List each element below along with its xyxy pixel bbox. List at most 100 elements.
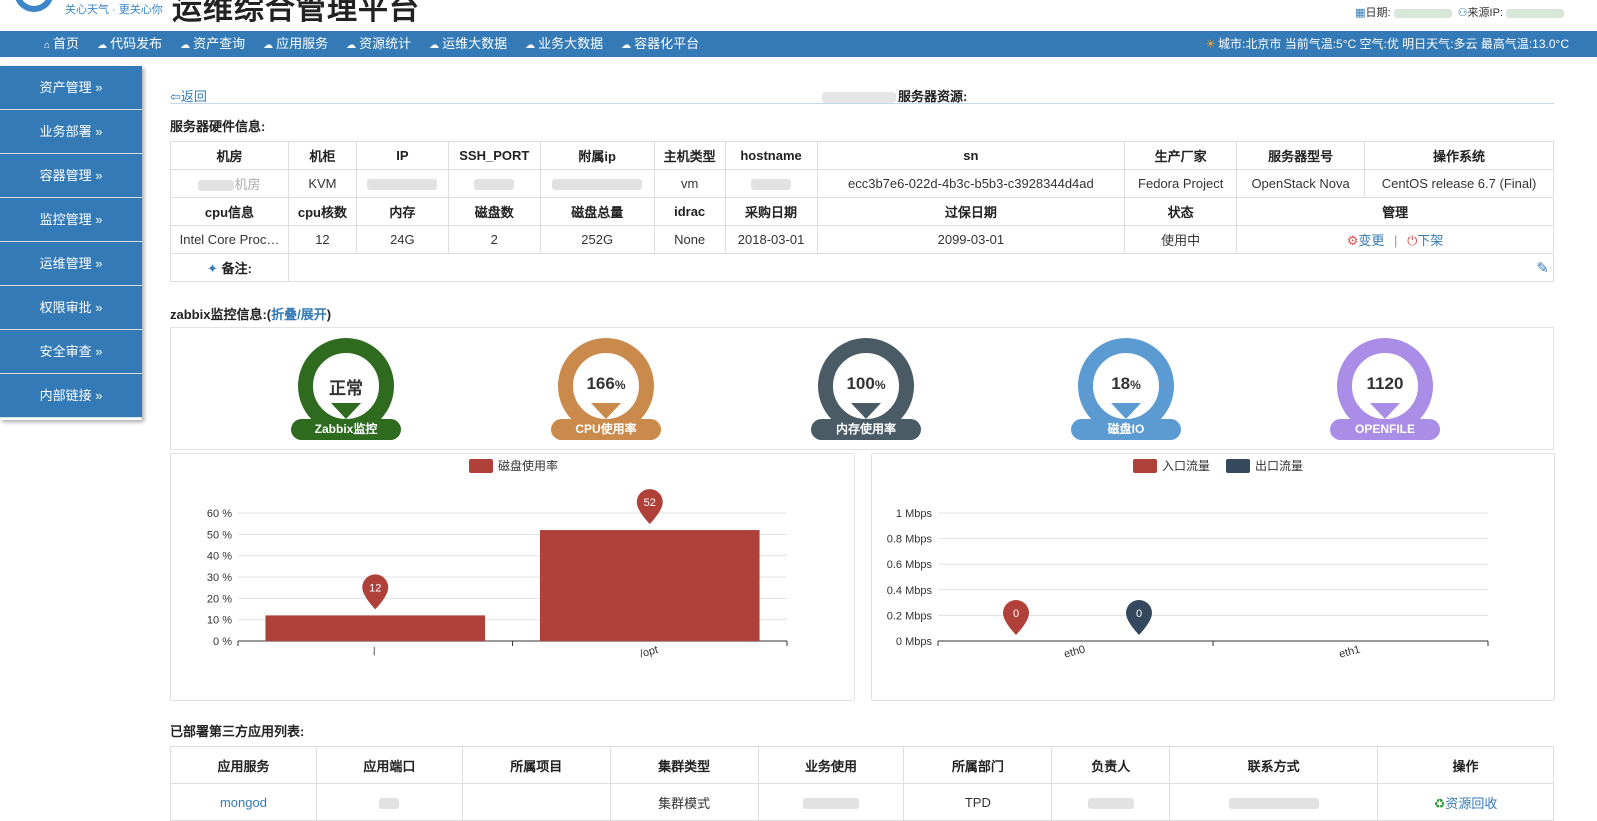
- offline-button[interactable]: ⏻下架: [1407, 233, 1443, 248]
- resource-recycle-button[interactable]: ♻资源回收: [1377, 783, 1554, 821]
- table-row: Intel Core Proc… 12 24G 2 252G None 2018…: [170, 225, 1554, 254]
- cloud-icon: ☁: [346, 40, 357, 51]
- data-label: 0: [1136, 608, 1142, 620]
- cabinet-cell: KVM: [287, 169, 357, 198]
- apps-section-title: 已部署第三方应用列表:: [170, 724, 305, 739]
- disk-total-cell: 252G: [539, 225, 655, 254]
- gauge-label: OPENFILE: [1330, 419, 1440, 440]
- network-traffic-chart: 入口流量 出口流量 0 Mbps 0.2 Mbps 0.4 Mbps 0.6 Mbps 0.…: [887, 459, 1489, 661]
- gauge-pointer: [851, 403, 881, 419]
- cloud-icon: ☁: [429, 40, 440, 51]
- y-tick-label: 10 %: [207, 615, 232, 627]
- edit-icon[interactable]: ✎: [1536, 260, 1549, 277]
- room-cell: 机房: [170, 169, 289, 198]
- gauge-openfile: 1120 OPENFILE: [1330, 338, 1440, 448]
- col-header: SSH_PORT: [447, 141, 541, 170]
- nav-asset-query[interactable]: ☁ 资产查询: [180, 31, 254, 57]
- table-header-row: 机房 机柜 IP SSH_PORT 附属ip 主机类型 hostname sn …: [170, 141, 1554, 170]
- nav-container-platform[interactable]: ☁ 容器化平台: [621, 31, 708, 57]
- col-header: IP: [355, 141, 449, 170]
- col-header: 生产厂家: [1124, 141, 1238, 170]
- header-info: ▦日期: ⚇来源IP:: [1355, 4, 1567, 20]
- data-label: 0: [1013, 608, 1019, 620]
- redacted-value: [379, 797, 400, 809]
- y-tick-label: 0.4 Mbps: [887, 585, 933, 597]
- main-content: ⇦返回 服务器资源: 服务器硬件信息: 机房 机柜 IP SSH_PORT 附属…: [170, 84, 1555, 821]
- back-icon: ⇦: [170, 89, 181, 104]
- nav-resource-stats[interactable]: ☁ 资源统计: [346, 31, 420, 57]
- gauge-label: Zabbix监控: [291, 419, 401, 440]
- app-project-cell: [461, 783, 611, 821]
- col-header: 状态: [1124, 197, 1238, 226]
- col-header: 联系方式: [1169, 746, 1379, 784]
- manage-cell: ⚙变更 | ⏻下架: [1236, 225, 1554, 254]
- y-tick-label: 30 %: [207, 572, 232, 584]
- sidebar-item-security[interactable]: 安全审查 »: [0, 330, 142, 374]
- top-navbar: ⌂ 首页 ☁ 代码发布 ☁ 资产查询 ☁ 应用服务 ☁ 资源统计 ☁ 运维大数据 ☁ 业务大数…: [0, 31, 1597, 57]
- nav-app-service[interactable]: ☁ 应用服务: [263, 31, 337, 57]
- back-link[interactable]: ⇦返回: [170, 86, 207, 105]
- gauge-label: CPU使用率: [551, 419, 661, 440]
- recycle-icon: ♻: [1433, 795, 1446, 811]
- sidebar-item-asset[interactable]: 资产管理 »: [0, 66, 142, 110]
- col-header: 集群类型: [609, 746, 759, 784]
- redacted-value: [751, 179, 792, 191]
- sidebar-item-container[interactable]: 容器管理 »: [0, 154, 142, 198]
- gauge-label: 磁盘IO: [1071, 419, 1181, 440]
- cloud-icon: ☁: [180, 40, 191, 51]
- col-header: 机柜: [287, 141, 357, 170]
- gauge-label: 内存使用率: [811, 419, 921, 440]
- x-tick-label: eth0: [1063, 644, 1087, 661]
- app-contact-cell: [1169, 783, 1379, 821]
- col-header: cpu信息: [170, 197, 289, 226]
- sidebar-item-deploy[interactable]: 业务部署 »: [0, 110, 142, 154]
- nav-code-release[interactable]: ☁ 代码发布: [97, 31, 171, 57]
- sidebar-item-ops[interactable]: 运维管理 »: [0, 242, 142, 286]
- col-header: 操作: [1377, 746, 1554, 784]
- y-tick-label: 0.6 Mbps: [887, 559, 933, 571]
- col-header: 操作系统: [1364, 141, 1554, 170]
- nav-biz-bigdata[interactable]: ☁ 业务大数据: [525, 31, 612, 57]
- page-header: 关心天气 · 更关心你 运维综合管理平台 ▦日期: ⚇来源IP:: [0, 0, 1597, 31]
- collapse-toggle-link[interactable]: 折叠/展开: [271, 307, 327, 322]
- attached-ip-cell: [539, 169, 655, 198]
- col-header: 机房: [170, 141, 289, 170]
- y-tick-label: 0.2 Mbps: [887, 610, 933, 622]
- memory-cell: 24G: [355, 225, 449, 254]
- chevron-down-icon: »: [95, 168, 103, 183]
- legend-swatch: [1226, 459, 1250, 473]
- change-button[interactable]: ⚙变更: [1347, 233, 1385, 248]
- hw-section-title: 服务器硬件信息:: [170, 119, 266, 134]
- nav-ops-bigdata[interactable]: ☁ 运维大数据: [429, 31, 516, 57]
- note-row: ✦ 备注: ✎: [170, 253, 1555, 282]
- gauge-cpu: 166% CPU使用率: [551, 338, 661, 448]
- gauges-panel: 正常 Zabbix监控 166% CPU使用率 100% 内存使用率 18% 磁…: [170, 327, 1554, 450]
- status-cell: 使用中: [1124, 225, 1238, 254]
- sun-icon: ☀: [1205, 37, 1217, 51]
- gauge-memory: 100% 内存使用率: [811, 338, 921, 448]
- sn-cell: ecc3b7e6-022d-4b3c-b5b3-c3928344d4ad: [816, 169, 1126, 198]
- y-tick-label: 0 Mbps: [896, 636, 933, 648]
- sidebar-item-permission[interactable]: 权限审批 »: [0, 286, 142, 330]
- y-tick-label: 0.8 Mbps: [887, 534, 933, 546]
- col-header: 磁盘总量: [539, 197, 655, 226]
- ip-value-redacted: [1506, 8, 1564, 18]
- idrac-cell: None: [653, 225, 726, 254]
- gauge-zabbix: 正常 Zabbix监控: [291, 338, 401, 448]
- model-cell: OpenStack Nova: [1236, 169, 1366, 198]
- note-value: ✎: [287, 253, 1555, 282]
- sidebar-item-links[interactable]: 内部链接 »: [0, 374, 142, 418]
- vendor-cell: Fedora Project: [1124, 169, 1238, 198]
- divider: |: [1394, 233, 1398, 248]
- chevron-down-icon: »: [95, 256, 103, 271]
- bar: [265, 615, 486, 641]
- redacted-value: [552, 179, 643, 191]
- date-label: 日期:: [1365, 7, 1391, 19]
- nav-home[interactable]: ⌂ 首页: [44, 31, 88, 57]
- hardware-table: 机房 机柜 IP SSH_PORT 附属ip 主机类型 hostname sn …: [170, 141, 1555, 282]
- os-cell: CentOS release 6.7 (Final): [1364, 169, 1554, 198]
- sidebar-item-monitor[interactable]: 监控管理 »: [0, 198, 142, 242]
- app-service-link[interactable]: mongod: [170, 783, 317, 821]
- col-header: hostname: [724, 141, 818, 170]
- server-ip-redacted: [822, 92, 896, 104]
